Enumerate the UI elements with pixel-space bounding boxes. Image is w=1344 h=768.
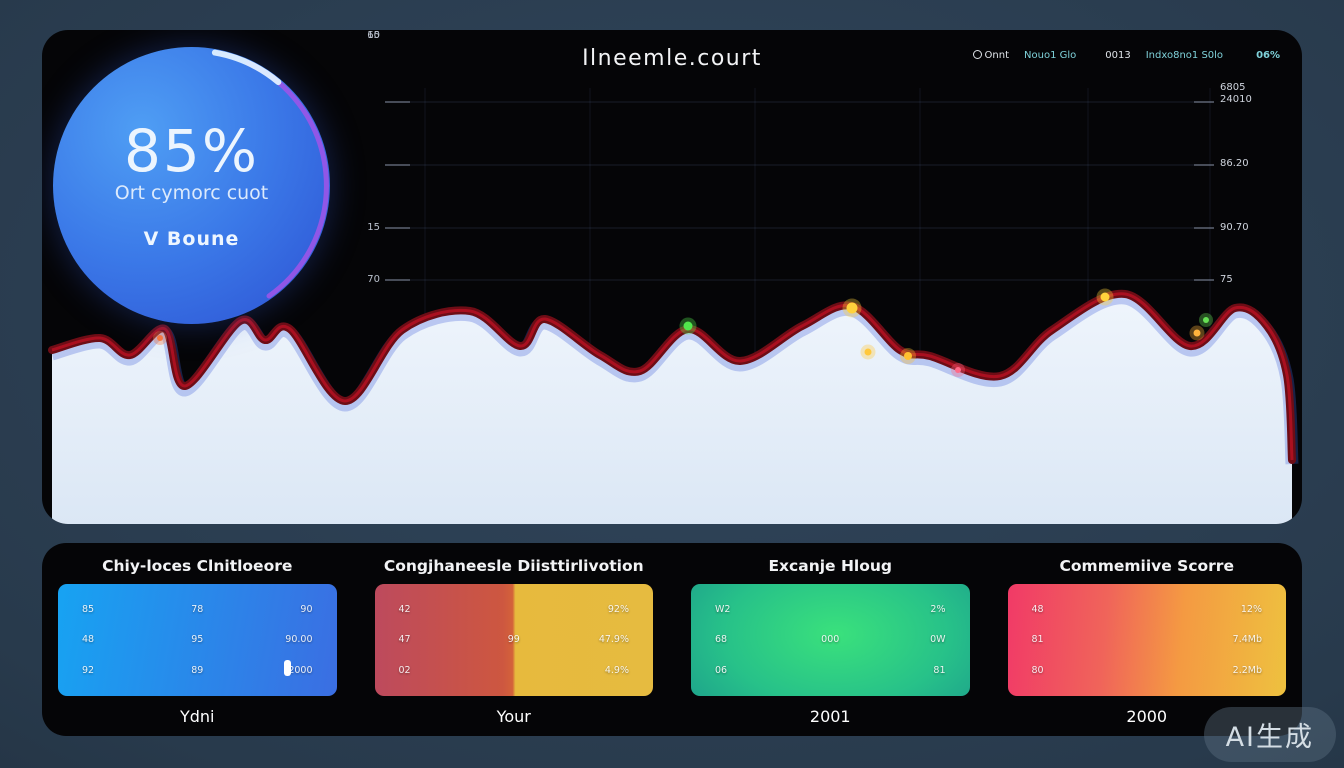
mini-cell: 68 [715, 634, 792, 645]
mini-cell: 02 [399, 665, 476, 676]
card-footer: Your [497, 707, 531, 726]
card-gradient-box: 42 92% 479947.9% 02 4.9% [375, 584, 654, 696]
mini-cell: 90 [236, 604, 313, 615]
y-axis-right-label: 6805 [1220, 82, 1245, 93]
mini-cell: 12% [1185, 604, 1262, 615]
y-axis-right-label: 75 [1220, 274, 1233, 285]
card-excanje[interactable]: Excanje Hloug W2 2% 680000W 06 81 2001 [691, 555, 970, 736]
card-title: Chiy-loces Clnitloeore [102, 557, 292, 575]
card-chiy-loces[interactable]: Chiy-loces Clnitloeore 857890 489590.00 92… [58, 555, 337, 736]
mini-cell: 48 [1032, 604, 1109, 615]
mini-cell: 78 [159, 604, 236, 615]
mini-cell: 99 [475, 634, 552, 645]
y-axis-right-label: 90.70 [1220, 222, 1249, 233]
mini-cell: 80 [1032, 665, 1109, 676]
y-axis-right-label: 24010 [1220, 94, 1252, 105]
mini-cell: 90.00 [236, 634, 313, 645]
mini-table: 42 92% 479947.9% 02 4.9% [375, 584, 654, 696]
mini-cell: 81 [869, 665, 946, 676]
mini-cell: 92 [82, 665, 159, 676]
mini-cell: 47.9% [552, 634, 629, 645]
card-gradient-box: W2 2% 680000W 06 81 [691, 584, 970, 696]
mini-cell: 000 [792, 634, 869, 645]
y-axis-left-label: 70 [344, 274, 380, 285]
mini-cell: 81 [1032, 634, 1109, 645]
legend-item[interactable]: 06% [1256, 50, 1280, 61]
main-chart-panel: Ilneemle.court Onnt Nouo1 Glo 0013 Indxo… [42, 30, 1302, 524]
mini-cell: 47 [399, 634, 476, 645]
y-axis-left-label: 10 [344, 30, 380, 41]
mini-table: 48 12% 81 7.4Mb 80 2.2Mb [1008, 584, 1287, 696]
stats-cards-panel: Chiy-loces Clnitloeore 857890489590.0092… [42, 543, 1302, 736]
mini-cell: 06 [715, 665, 792, 676]
mini-cell: 92% [552, 604, 629, 615]
y-axis-left-label: 15 [344, 222, 380, 233]
card-gradient-box: 857890 489590.00 92892000 [58, 584, 337, 696]
card-congjhaneesle[interactable]: Congjhaneesle Diisttirlivotion 42 92% 4799… [375, 555, 654, 736]
card-footer: 2000 [1126, 707, 1167, 726]
legend-item[interactable]: Onnt [973, 50, 1009, 61]
mini-cell: 95 [159, 634, 236, 645]
mini-cell: W2 [715, 604, 792, 615]
card-title: Commemiive Scorre [1060, 557, 1234, 575]
card-title: Excanje Hloug [768, 557, 892, 575]
mini-cell: 2% [869, 604, 946, 615]
gauge-value: 85% [124, 122, 259, 180]
gauge-caption: V Boune [144, 228, 240, 250]
card-footer: 2001 [810, 707, 851, 726]
chart-legend: Onnt Nouo1 Glo 0013 Indxo8no1 S0lo 06% [973, 50, 1280, 61]
card-gradient-box: 48 12% 81 7.4Mb 80 2.2Mb [1008, 584, 1287, 696]
ring-icon [973, 50, 982, 59]
ai-generated-watermark: AI生成 [1204, 707, 1336, 762]
mini-cell: 7.4Mb [1185, 634, 1262, 645]
mini-table: W2 2% 680000W 06 81 [691, 584, 970, 696]
mini-cell: 85 [82, 604, 159, 615]
scroll-indicator [284, 660, 291, 676]
legend-item[interactable]: Indxo8no1 S0lo [1146, 50, 1223, 61]
mini-cell: 42 [399, 604, 476, 615]
mini-cell: 48 [82, 634, 159, 645]
legend-item[interactable]: Nouo1 Glo [1024, 50, 1076, 61]
legend-item[interactable]: 0013 [1105, 50, 1130, 61]
card-title: Congjhaneesle Diisttirlivotion [384, 557, 644, 575]
card-footer: Ydni [180, 707, 215, 726]
mini-table: 857890 489590.00 92892000 [58, 584, 337, 696]
gauge-subtitle: Ort cymorc cuot [115, 182, 269, 204]
mini-cell: 2.2Mb [1185, 665, 1262, 676]
mini-cell: 0W [869, 634, 946, 645]
y-axis-right-label: 86.20 [1220, 158, 1249, 169]
mini-cell: 2000 [236, 665, 313, 676]
mini-cell: 89 [159, 665, 236, 676]
percentage-gauge: 85% Ort cymorc cuot V Boune [53, 47, 330, 324]
mini-cell: 4.9% [552, 665, 629, 676]
